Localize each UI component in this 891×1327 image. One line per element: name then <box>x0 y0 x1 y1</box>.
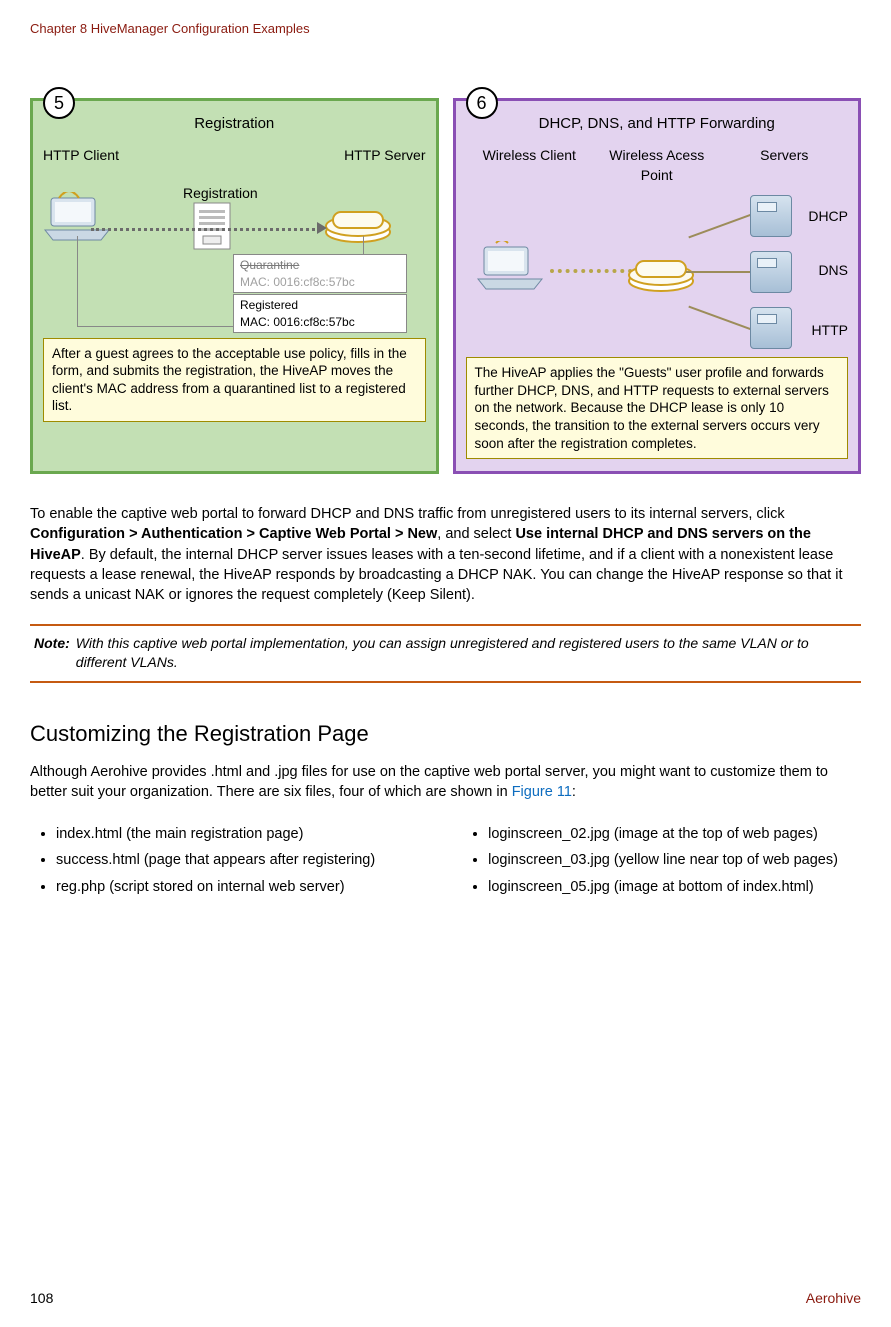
figure-link[interactable]: Figure 11 <box>512 784 572 800</box>
registration-arrow-label: Registration <box>183 184 258 204</box>
list-item: index.html (the main registration page) <box>56 824 462 844</box>
list-item: success.html (page that appears after re… <box>56 850 462 870</box>
diagram-5-title: Registration <box>43 113 426 134</box>
brand-name: Aerohive <box>806 1289 861 1309</box>
list-item: loginscreen_05.jpg (image at bottom of i… <box>488 877 861 897</box>
access-point-icon <box>323 202 393 244</box>
file-lists: index.html (the main registration page) … <box>30 820 861 903</box>
diagram-5-description: After a guest agrees to the acceptable u… <box>43 338 426 422</box>
wireless-ap-label: Wireless Acess Point <box>593 146 721 185</box>
file-list-right: loginscreen_02.jpg (image at the top of … <box>462 824 861 897</box>
wireless-client-label: Wireless Client <box>466 146 594 185</box>
diagrams-row: 5 Registration HTTP Client HTTP Server R… <box>30 98 861 474</box>
list-item: reg.php (script stored on internal web s… <box>56 877 462 897</box>
form-icon <box>193 202 231 250</box>
list-item: loginscreen_02.jpg (image at the top of … <box>488 824 861 844</box>
diagram-forwarding: 6 DHCP, DNS, and HTTP Forwarding Wireles… <box>453 98 862 474</box>
servers-label: Servers <box>721 146 849 185</box>
registered-mac-box: Registered MAC: 0016:cf8c:57bc <box>233 294 407 334</box>
main-paragraph: To enable the captive web portal to forw… <box>30 504 861 605</box>
chapter-header: Chapter 8 HiveManager Configuration Exam… <box>30 20 861 38</box>
server-icon <box>750 307 792 349</box>
laptop-icon <box>43 192 111 242</box>
diagram-5-top-labels: HTTP Client HTTP Server <box>43 146 426 166</box>
intro-text: Although Aerohive provides .html and .jp… <box>30 764 828 800</box>
server-icon <box>750 195 792 237</box>
note-block: Note: With this captive web portal imple… <box>30 624 861 683</box>
section-heading: Customizing the Registration Page <box>30 719 861 750</box>
http-server-label: HTTP <box>811 321 848 341</box>
note-label: Note: <box>34 634 70 673</box>
quarantine-mac: MAC: 0016:cf8c:57bc <box>240 274 400 291</box>
diagram-registration: 5 Registration HTTP Client HTTP Server R… <box>30 98 439 474</box>
para-text: , and select <box>437 526 515 542</box>
server-icon <box>750 251 792 293</box>
step-number-6: 6 <box>466 87 498 119</box>
connector-line <box>77 326 233 328</box>
http-client-label: HTTP Client <box>43 146 119 166</box>
quarantine-label: Quarantine <box>240 257 400 274</box>
arrow-head-icon <box>317 222 327 234</box>
diagram-6-description: The HiveAP applies the "Guests" user pro… <box>466 357 849 459</box>
registered-mac: MAC: 0016:cf8c:57bc <box>240 314 400 331</box>
section-intro: Although Aerohive provides .html and .jp… <box>30 762 861 803</box>
step-number-5: 5 <box>43 87 75 119</box>
file-list-left: index.html (the main registration page) … <box>30 824 462 897</box>
page-number: 108 <box>30 1289 53 1309</box>
para-text: . By default, the internal DHCP server i… <box>30 547 843 604</box>
page-footer: 108 Aerohive <box>30 1289 861 1309</box>
quarantine-mac-box: Quarantine MAC: 0016:cf8c:57bc <box>233 254 407 294</box>
diagram-5-visual: Registration <box>43 172 426 332</box>
dhcp-server-label: DHCP <box>808 207 848 227</box>
diagram-6-title: DHCP, DNS, and HTTP Forwarding <box>466 113 849 134</box>
intro-text: : <box>572 784 576 800</box>
diagram-6-top-labels: Wireless Client Wireless Acess Point Ser… <box>466 146 849 185</box>
dotted-arrow <box>91 228 321 231</box>
para-text: To enable the captive web portal to forw… <box>30 506 785 522</box>
dns-server-label: DNS <box>818 261 848 281</box>
registered-label: Registered <box>240 297 400 314</box>
nav-path-bold: Configuration > Authentication > Captive… <box>30 526 437 542</box>
list-item: loginscreen_03.jpg (yellow line near top… <box>488 850 861 870</box>
diagram-6-visual: DHCP DNS HTTP <box>466 191 849 351</box>
connector-line <box>77 236 79 326</box>
note-text: With this captive web portal implementat… <box>76 634 857 673</box>
connector-line <box>363 236 365 256</box>
http-server-label: HTTP Server <box>344 146 425 166</box>
laptop-icon <box>476 241 544 291</box>
